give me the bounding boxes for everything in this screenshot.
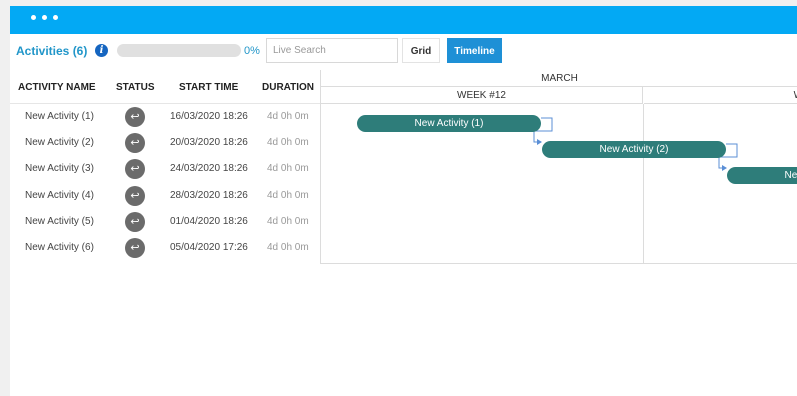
activity-grid: ACTIVITY NAME STATUS START TIME DURATION…: [10, 70, 320, 261]
top-bar: [10, 6, 797, 34]
activity-name: New Activity (2): [25, 137, 94, 149]
reply-arrow-icon[interactable]: ↩: [125, 185, 145, 206]
grid-rows: New Activity (1) ↩ 16/03/2020 18:26 4d 0h 0…: [10, 104, 320, 261]
activity-name: New Activity (6): [25, 241, 94, 253]
app-frame: Activities (6) i 0% Grid Timeline ACTIVI…: [10, 6, 797, 396]
column-duration[interactable]: DURATION: [262, 82, 314, 93]
table-row[interactable]: New Activity (5) ↩ 01/04/2020 18:26 4d 0h 0…: [10, 209, 320, 235]
gantt-bar-3[interactable]: New Activity (3): [727, 167, 797, 184]
activity-name: New Activity (3): [25, 163, 94, 175]
grid-header: ACTIVITY NAME STATUS START TIME DURATION: [10, 70, 320, 104]
start-time: 16/03/2020 18:26: [170, 111, 248, 122]
table-row[interactable]: New Activity (1) ↩ 16/03/2020 18:26 4d 0h 0…: [10, 104, 320, 130]
duration: 4d 0h 0m: [267, 137, 309, 149]
table-row[interactable]: New Activity (2) ↩ 20/03/2020 18:26 4d 0h 0…: [10, 130, 320, 156]
activity-name: New Activity (4): [25, 189, 94, 201]
start-time: 05/04/2020 17:26: [170, 241, 248, 253]
table-row[interactable]: New Activity (3) ↩ 24/03/2020 18:26 4d 0h 0…: [10, 156, 320, 182]
dependency-links: [533, 117, 738, 171]
dependency-arrow-2-3: [722, 165, 727, 171]
tab-timeline[interactable]: Timeline: [447, 38, 502, 63]
reply-arrow-icon[interactable]: ↩: [125, 159, 145, 180]
reply-arrow-icon[interactable]: ↩: [125, 107, 145, 127]
more-dots-icon[interactable]: [31, 15, 58, 20]
start-time: 01/04/2020 18:26: [170, 215, 248, 227]
activity-name: New Activity (1): [25, 111, 94, 122]
timeline-panel: MARCH WEEK #12 WEE New Activity (1) New …: [320, 70, 797, 264]
duration: 4d 0h 0m: [267, 241, 309, 253]
gantt-bar-2[interactable]: New Activity (2): [542, 141, 726, 158]
table-row[interactable]: New Activity (6) ↩ 05/04/2020 17:26 4d 0h 0…: [10, 235, 320, 261]
activity-name: New Activity (5): [25, 215, 94, 227]
toolbar: Activities (6) i 0% Grid Timeline: [10, 36, 797, 66]
start-time: 20/03/2020 18:26: [170, 137, 248, 149]
info-icon[interactable]: i: [95, 44, 108, 57]
start-time: 24/03/2020 18:26: [170, 163, 248, 175]
live-search-input[interactable]: [266, 38, 398, 63]
progress-bar: [117, 44, 241, 57]
column-activity-name[interactable]: ACTIVITY NAME: [18, 82, 96, 93]
reply-arrow-icon[interactable]: ↩: [125, 211, 145, 232]
start-time: 28/03/2020 18:26: [170, 189, 248, 201]
progress-percent: 0%: [244, 45, 260, 57]
duration: 4d 0h 0m: [267, 189, 309, 201]
table-row[interactable]: New Activity (4) ↩ 28/03/2020 18:26 4d 0h 0…: [10, 183, 320, 209]
dependency-arrow-1-2: [537, 139, 542, 145]
gantt-bar-1[interactable]: New Activity (1): [357, 115, 541, 132]
reply-arrow-icon[interactable]: ↩: [125, 237, 145, 258]
duration: 4d 0h 0m: [267, 163, 309, 175]
tab-grid[interactable]: Grid: [402, 38, 440, 63]
activities-title: Activities (6): [16, 44, 88, 58]
reply-arrow-icon[interactable]: ↩: [125, 133, 145, 154]
column-start-time[interactable]: START TIME: [179, 82, 238, 93]
column-status[interactable]: STATUS: [116, 82, 155, 93]
duration: 4d 0h 0m: [267, 111, 309, 122]
duration: 4d 0h 0m: [267, 215, 309, 227]
